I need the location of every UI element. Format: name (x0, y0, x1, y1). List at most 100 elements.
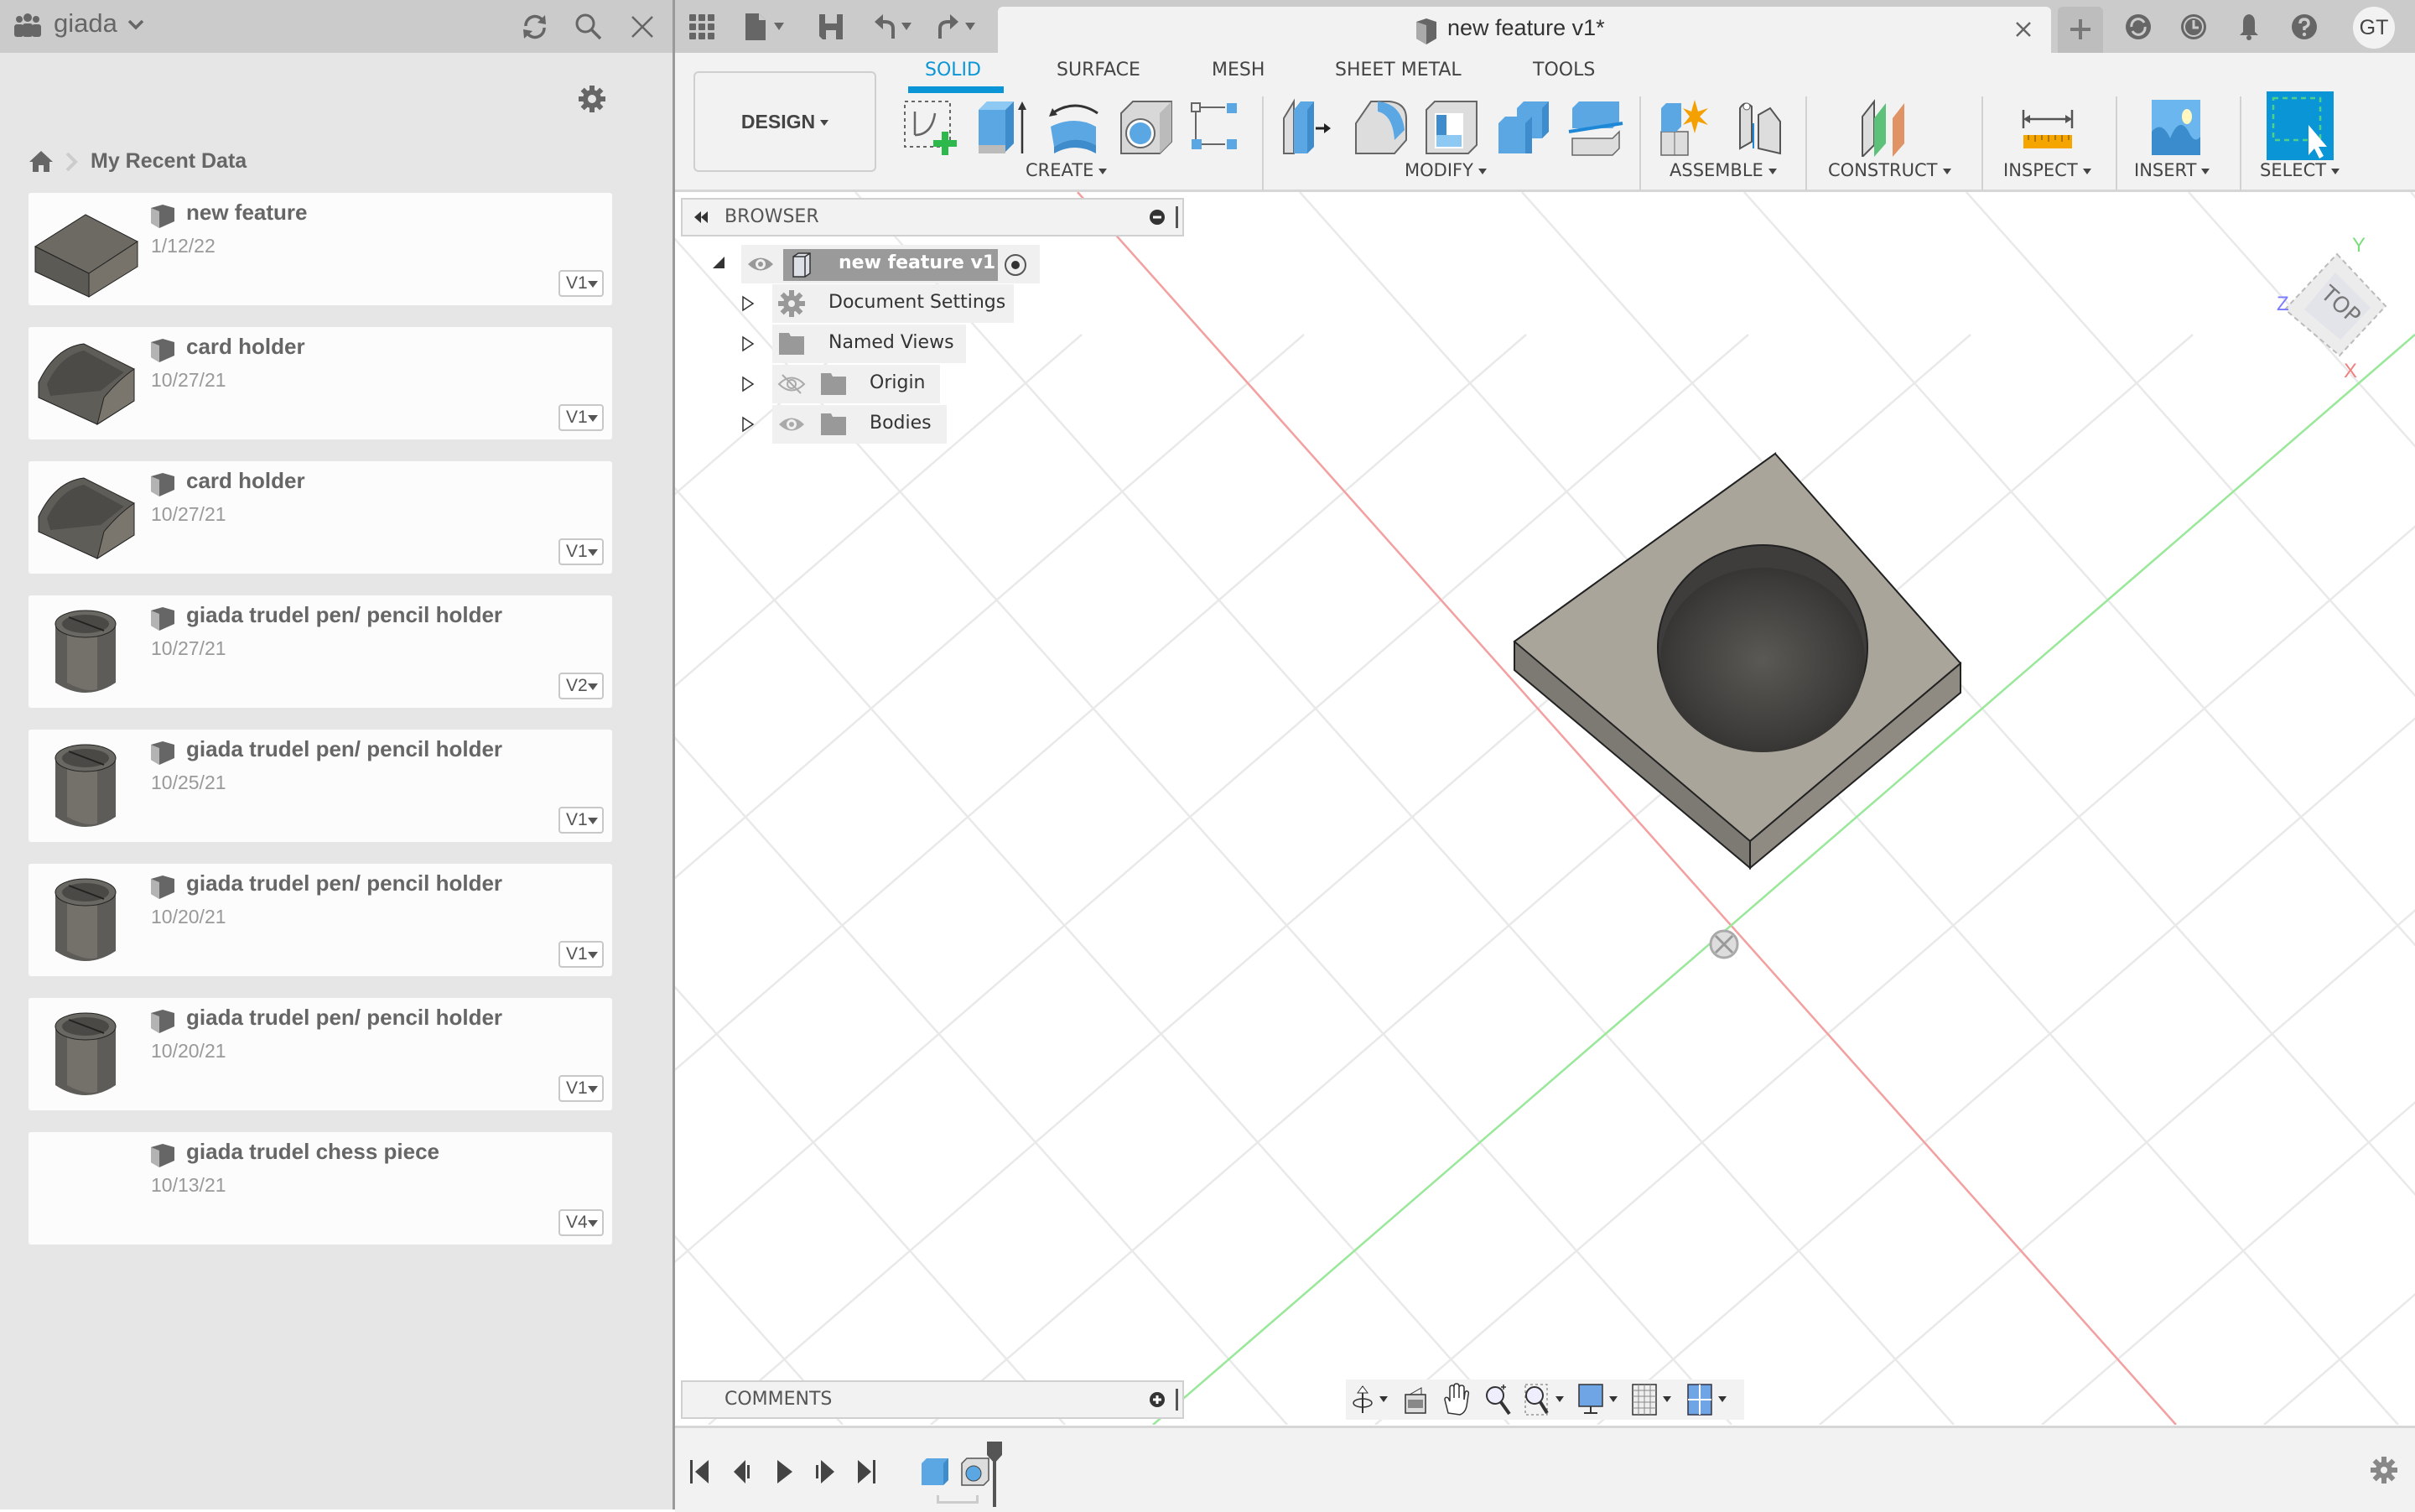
browser-panel-header[interactable]: BROWSER (681, 198, 1184, 236)
home-icon[interactable] (29, 149, 54, 173)
pan-hand-icon[interactable] (1441, 1383, 1470, 1416)
select-menu[interactable]: SELECT (2260, 160, 2340, 180)
version-dropdown[interactable]: V1 (558, 807, 604, 834)
new-tab-button[interactable] (2058, 7, 2103, 53)
gear-icon[interactable] (577, 84, 607, 114)
timeline-marker[interactable] (985, 1440, 1004, 1512)
construct-menu[interactable]: CONSTRUCT (1828, 160, 1951, 180)
panel-resize-handle[interactable] (1176, 1389, 1178, 1411)
expand-triangle-icon[interactable] (741, 295, 755, 312)
shell-icon[interactable] (1423, 98, 1482, 157)
refresh-icon[interactable] (520, 12, 550, 42)
close-icon[interactable] (629, 13, 656, 40)
recent-design-item[interactable]: giada trudel chess piece 10/13/21 V4 (29, 1132, 612, 1244)
version-dropdown[interactable]: V1 (558, 941, 604, 968)
viewports-icon[interactable] (1686, 1383, 1733, 1416)
select-icon[interactable] (2267, 91, 2334, 160)
panel-resize-handle[interactable] (1176, 206, 1178, 228)
recent-design-item[interactable]: new feature 1/12/22 V1 (29, 193, 612, 305)
recent-design-item[interactable]: giada trudel pen/ pencil holder 10/20/21 V… (29, 864, 612, 976)
browser-node-named-views[interactable]: Named Views (772, 325, 966, 363)
browser-node-origin[interactable]: Origin (772, 365, 940, 403)
orbit-icon[interactable] (1351, 1385, 1394, 1415)
team-name[interactable]: giada (54, 8, 117, 39)
breadcrumb-current[interactable]: My Recent Data (91, 149, 247, 174)
recent-design-item[interactable]: giada trudel pen/ pencil holder 10/20/21 V… (29, 998, 612, 1110)
expand-triangle-icon[interactable] (741, 416, 755, 433)
visibility-eye-icon[interactable] (777, 413, 806, 435)
step-back-icon[interactable] (730, 1458, 756, 1485)
version-dropdown[interactable]: V4 (558, 1209, 604, 1236)
team-icon[interactable] (13, 13, 42, 37)
go-to-start-icon[interactable] (688, 1458, 714, 1485)
tab-surface[interactable]: SURFACE (1057, 60, 1140, 81)
browser-node-document-settings[interactable]: Document Settings (772, 284, 1014, 323)
insert-menu[interactable]: INSERT (2134, 160, 2210, 180)
zoom-icon[interactable] (1483, 1383, 1512, 1416)
revolve-icon[interactable] (1046, 98, 1104, 157)
user-avatar[interactable]: GT (2353, 7, 2395, 49)
job-status-icon[interactable] (2123, 12, 2153, 42)
create-menu[interactable]: CREATE (1026, 160, 1107, 180)
visibility-eye-icon[interactable] (746, 253, 775, 275)
redo-icon[interactable] (935, 12, 982, 42)
minimize-panel-icon[interactable] (1149, 209, 1166, 226)
grid-settings-icon[interactable] (1631, 1383, 1678, 1416)
add-comment-icon[interactable] (1149, 1391, 1166, 1408)
workspace-switcher[interactable]: DESIGN (693, 71, 876, 172)
measure-icon[interactable] (2018, 98, 2077, 157)
timeline-extrude-feature[interactable] (920, 1457, 950, 1487)
version-dropdown[interactable]: V2 (558, 673, 604, 699)
tab-mesh[interactable]: MESH (1212, 60, 1265, 81)
chevron-down-icon[interactable] (126, 14, 146, 34)
recent-design-item[interactable]: giada trudel pen/ pencil holder 10/25/21 V… (29, 730, 612, 842)
joint-icon[interactable] (1733, 98, 1792, 157)
viewcube[interactable]: TOP Y Z X (2226, 226, 2394, 382)
timeline-settings-gear-icon[interactable] (2369, 1455, 2399, 1485)
comments-panel-header[interactable]: COMMENTS (681, 1380, 1184, 1419)
history-clock-icon[interactable] (2179, 12, 2209, 42)
help-icon[interactable] (2289, 12, 2319, 42)
activate-radio-icon[interactable] (1003, 252, 1028, 278)
version-dropdown[interactable]: V1 (558, 404, 604, 431)
insert-image-icon[interactable] (2147, 98, 2205, 157)
display-settings-icon[interactable] (1577, 1383, 1624, 1416)
inspect-menu[interactable]: INSPECT (2003, 160, 2091, 180)
expanded-triangle-icon[interactable] (711, 255, 726, 270)
assemble-menu[interactable]: ASSEMBLE (1670, 160, 1777, 180)
version-dropdown[interactable]: V1 (558, 1075, 604, 1102)
tab-solid[interactable]: SOLID (925, 60, 981, 81)
step-forward-icon[interactable] (813, 1458, 838, 1485)
version-dropdown[interactable]: V1 (558, 270, 604, 297)
create-sketch-icon[interactable] (901, 98, 960, 157)
fit-zoom-icon[interactable] (1524, 1383, 1571, 1416)
expand-triangle-icon[interactable] (741, 376, 755, 392)
close-tab-icon[interactable] (2012, 18, 2034, 40)
search-icon[interactable] (574, 12, 604, 42)
apps-grid-icon[interactable] (687, 12, 717, 42)
split-face-icon[interactable] (1567, 98, 1626, 157)
document-tab[interactable]: new feature v1* (998, 7, 2051, 53)
browser-node-bodies[interactable]: Bodies (772, 405, 947, 444)
pattern-icon[interactable] (1188, 98, 1247, 157)
browser-root-node[interactable]: new feature v1 (741, 245, 1040, 283)
notifications-bell-icon[interactable] (2234, 12, 2264, 42)
tab-tools[interactable]: TOOLS (1533, 60, 1595, 81)
go-to-end-icon[interactable] (853, 1458, 878, 1485)
hole-icon[interactable] (1118, 98, 1176, 157)
recent-design-item[interactable]: card holder 10/27/21 V1 (29, 461, 612, 574)
undo-icon[interactable] (873, 12, 920, 42)
expand-triangle-icon[interactable] (741, 335, 755, 352)
file-menu-icon[interactable] (742, 12, 789, 42)
recent-design-item[interactable]: card holder 10/27/21 V1 (29, 327, 612, 439)
recent-design-item[interactable]: giada trudel pen/ pencil holder 10/27/21 V… (29, 595, 612, 708)
save-icon[interactable] (816, 12, 846, 42)
extrude-icon[interactable] (975, 98, 1034, 157)
collapse-panel-icon[interactable] (693, 211, 709, 223)
fillet-icon[interactable] (1353, 98, 1411, 157)
look-at-icon[interactable] (1401, 1385, 1430, 1415)
play-icon[interactable] (772, 1458, 797, 1485)
combine-icon[interactable] (1495, 98, 1554, 157)
tab-sheet-metal[interactable]: SHEET METAL (1335, 60, 1462, 81)
press-pull-icon[interactable] (1280, 98, 1339, 157)
